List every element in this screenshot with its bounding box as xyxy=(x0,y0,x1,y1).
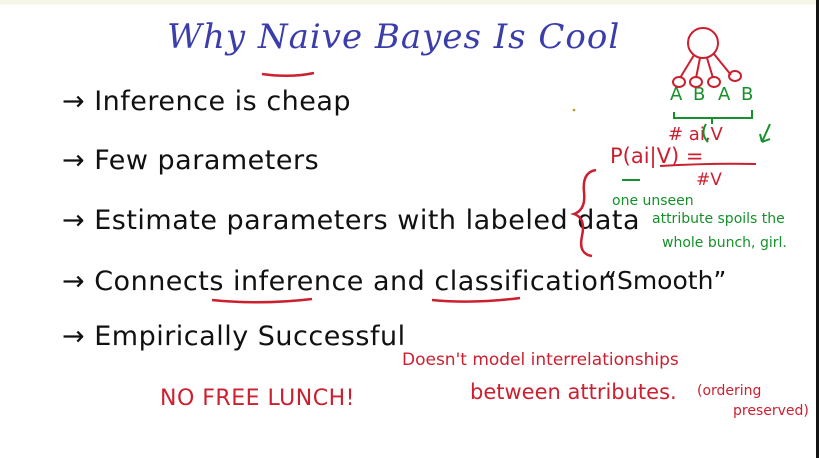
fraction-bar xyxy=(659,162,757,167)
edge-2 xyxy=(695,57,701,79)
green-diagram-marks xyxy=(622,110,771,181)
speck-mark xyxy=(572,108,576,112)
ink-strokes xyxy=(211,27,771,304)
curly-brace xyxy=(570,168,597,258)
edge-4 xyxy=(713,53,732,76)
child-node-3 xyxy=(707,76,721,88)
check-arrow xyxy=(759,123,771,143)
root-node xyxy=(687,27,719,59)
child-node-1 xyxy=(672,76,686,88)
title-underline-naive xyxy=(261,71,315,77)
bayes-net-diagram xyxy=(672,27,742,88)
bracket-arrow xyxy=(702,123,709,143)
edge-1 xyxy=(679,54,695,79)
child-node-4 xyxy=(728,70,742,82)
underline-classification xyxy=(431,296,521,303)
label-bracket xyxy=(673,110,753,119)
underline-inference xyxy=(211,297,313,304)
edge-3 xyxy=(706,57,714,79)
child-node-2 xyxy=(689,76,703,88)
whiteboard-canvas: Why Naive Bayes Is Cool → Inference is c… xyxy=(0,0,819,458)
